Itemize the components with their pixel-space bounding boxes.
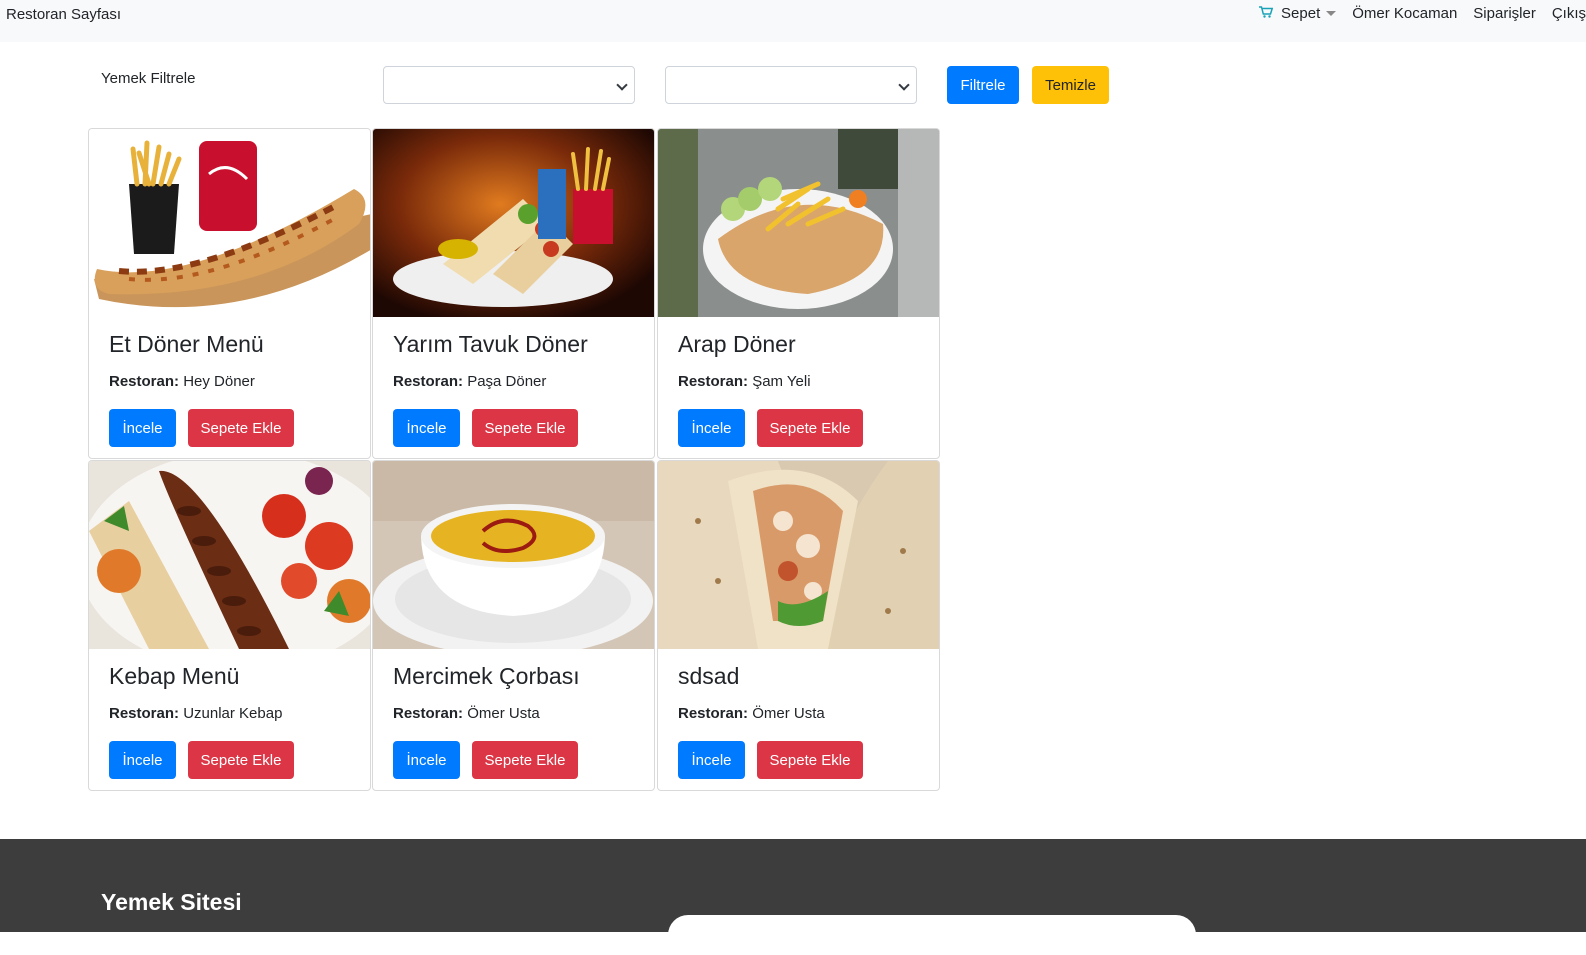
footer-title: Yemek Sitesi [101, 889, 242, 915]
food-image [658, 129, 939, 317]
view-button[interactable]: İncele [109, 741, 176, 779]
restaurant-label: Restoran: [109, 705, 180, 722]
food-image [373, 129, 654, 317]
logout-link[interactable]: Çıkış [1552, 5, 1586, 22]
filter-select-1[interactable] [383, 66, 635, 104]
card-restaurant: Restoran: Ömer Usta [678, 705, 825, 722]
restaurant-name: Paşa Döner [467, 373, 547, 390]
restaurant-name: Uzunlar Kebap [183, 705, 283, 722]
view-button[interactable]: İncele [393, 409, 460, 447]
filter-button[interactable]: Filtrele [947, 66, 1019, 104]
restaurant-name: Şam Yeli [752, 373, 811, 390]
card-title: Mercimek Çorbası [393, 663, 580, 689]
chevron-down-icon [616, 79, 628, 91]
add-to-cart-button[interactable]: Sepete Ekle [472, 741, 578, 779]
card-restaurant: Restoran: Uzunlar Kebap [109, 705, 282, 722]
add-to-cart-button[interactable]: Sepete Ekle [188, 409, 294, 447]
card-restaurant: Restoran: Ömer Usta [393, 705, 540, 722]
view-button[interactable]: İncele [109, 409, 176, 447]
food-card: Yarım Tavuk Döner Restoran: Paşa Döner İ… [372, 128, 655, 459]
restaurant-label: Restoran: [678, 705, 749, 722]
restaurant-label: Restoran: [393, 705, 464, 722]
clear-button[interactable]: Temizle [1032, 66, 1109, 104]
navbar-links: Sepet Ömer Kocaman Siparişler Çıkış [1243, 5, 1586, 22]
card-restaurant: Restoran: Paşa Döner [393, 373, 546, 390]
cart-icon [1259, 5, 1281, 22]
card-title: Kebap Menü [109, 663, 240, 689]
view-button[interactable]: İncele [678, 741, 745, 779]
navbar: Restoran Sayfası Sepet Ömer Kocaman Sipa… [0, 0, 1586, 42]
card-title: sdsad [678, 663, 740, 689]
restaurant-name: Hey Döner [183, 373, 255, 390]
footer-input[interactable] [668, 915, 1196, 955]
card-title: Yarım Tavuk Döner [393, 331, 588, 357]
food-card: Mercimek Çorbası Restoran: Ömer Usta İnc… [372, 460, 655, 791]
chevron-down-icon [898, 79, 910, 91]
restaurant-label: Restoran: [109, 373, 180, 390]
card-restaurant: Restoran: Hey Döner [109, 373, 255, 390]
food-card: sdsad Restoran: Ömer Usta İncele Sepete … [657, 460, 940, 791]
food-image [89, 461, 370, 649]
food-image [89, 129, 370, 317]
card-title: Et Döner Menü [109, 331, 264, 357]
card-title: Arap Döner [678, 331, 796, 357]
footer: Yemek Sitesi [0, 839, 1586, 955]
navbar-brand[interactable]: Restoran Sayfası [6, 6, 121, 23]
food-image [373, 461, 654, 649]
food-card: Kebap Menü Restoran: Uzunlar Kebap İncel… [88, 460, 371, 791]
view-button[interactable]: İncele [393, 741, 460, 779]
restaurant-name: Ömer Usta [467, 705, 540, 722]
add-to-cart-button[interactable]: Sepete Ekle [472, 409, 578, 447]
restaurant-name: Ömer Usta [752, 705, 825, 722]
user-name-link[interactable]: Ömer Kocaman [1352, 5, 1457, 22]
restaurant-label: Restoran: [393, 373, 464, 390]
food-card: Arap Döner Restoran: Şam Yeli İncele Sep… [657, 128, 940, 459]
cart-label: Sepet [1281, 5, 1321, 22]
add-to-cart-button[interactable]: Sepete Ekle [757, 741, 863, 779]
cart-dropdown[interactable]: Sepet [1259, 5, 1337, 22]
card-restaurant: Restoran: Şam Yeli [678, 373, 811, 390]
restaurant-label: Restoran: [678, 373, 749, 390]
food-card: Et Döner Menü Restoran: Hey Döner İncele… [88, 128, 371, 459]
orders-link[interactable]: Siparişler [1473, 5, 1536, 22]
view-button[interactable]: İncele [678, 409, 745, 447]
filter-select-2[interactable] [665, 66, 917, 104]
food-image [658, 461, 939, 649]
filter-label: Yemek Filtrele [101, 70, 196, 87]
add-to-cart-button[interactable]: Sepete Ekle [757, 409, 863, 447]
chevron-down-icon [1326, 11, 1337, 16]
add-to-cart-button[interactable]: Sepete Ekle [188, 741, 294, 779]
